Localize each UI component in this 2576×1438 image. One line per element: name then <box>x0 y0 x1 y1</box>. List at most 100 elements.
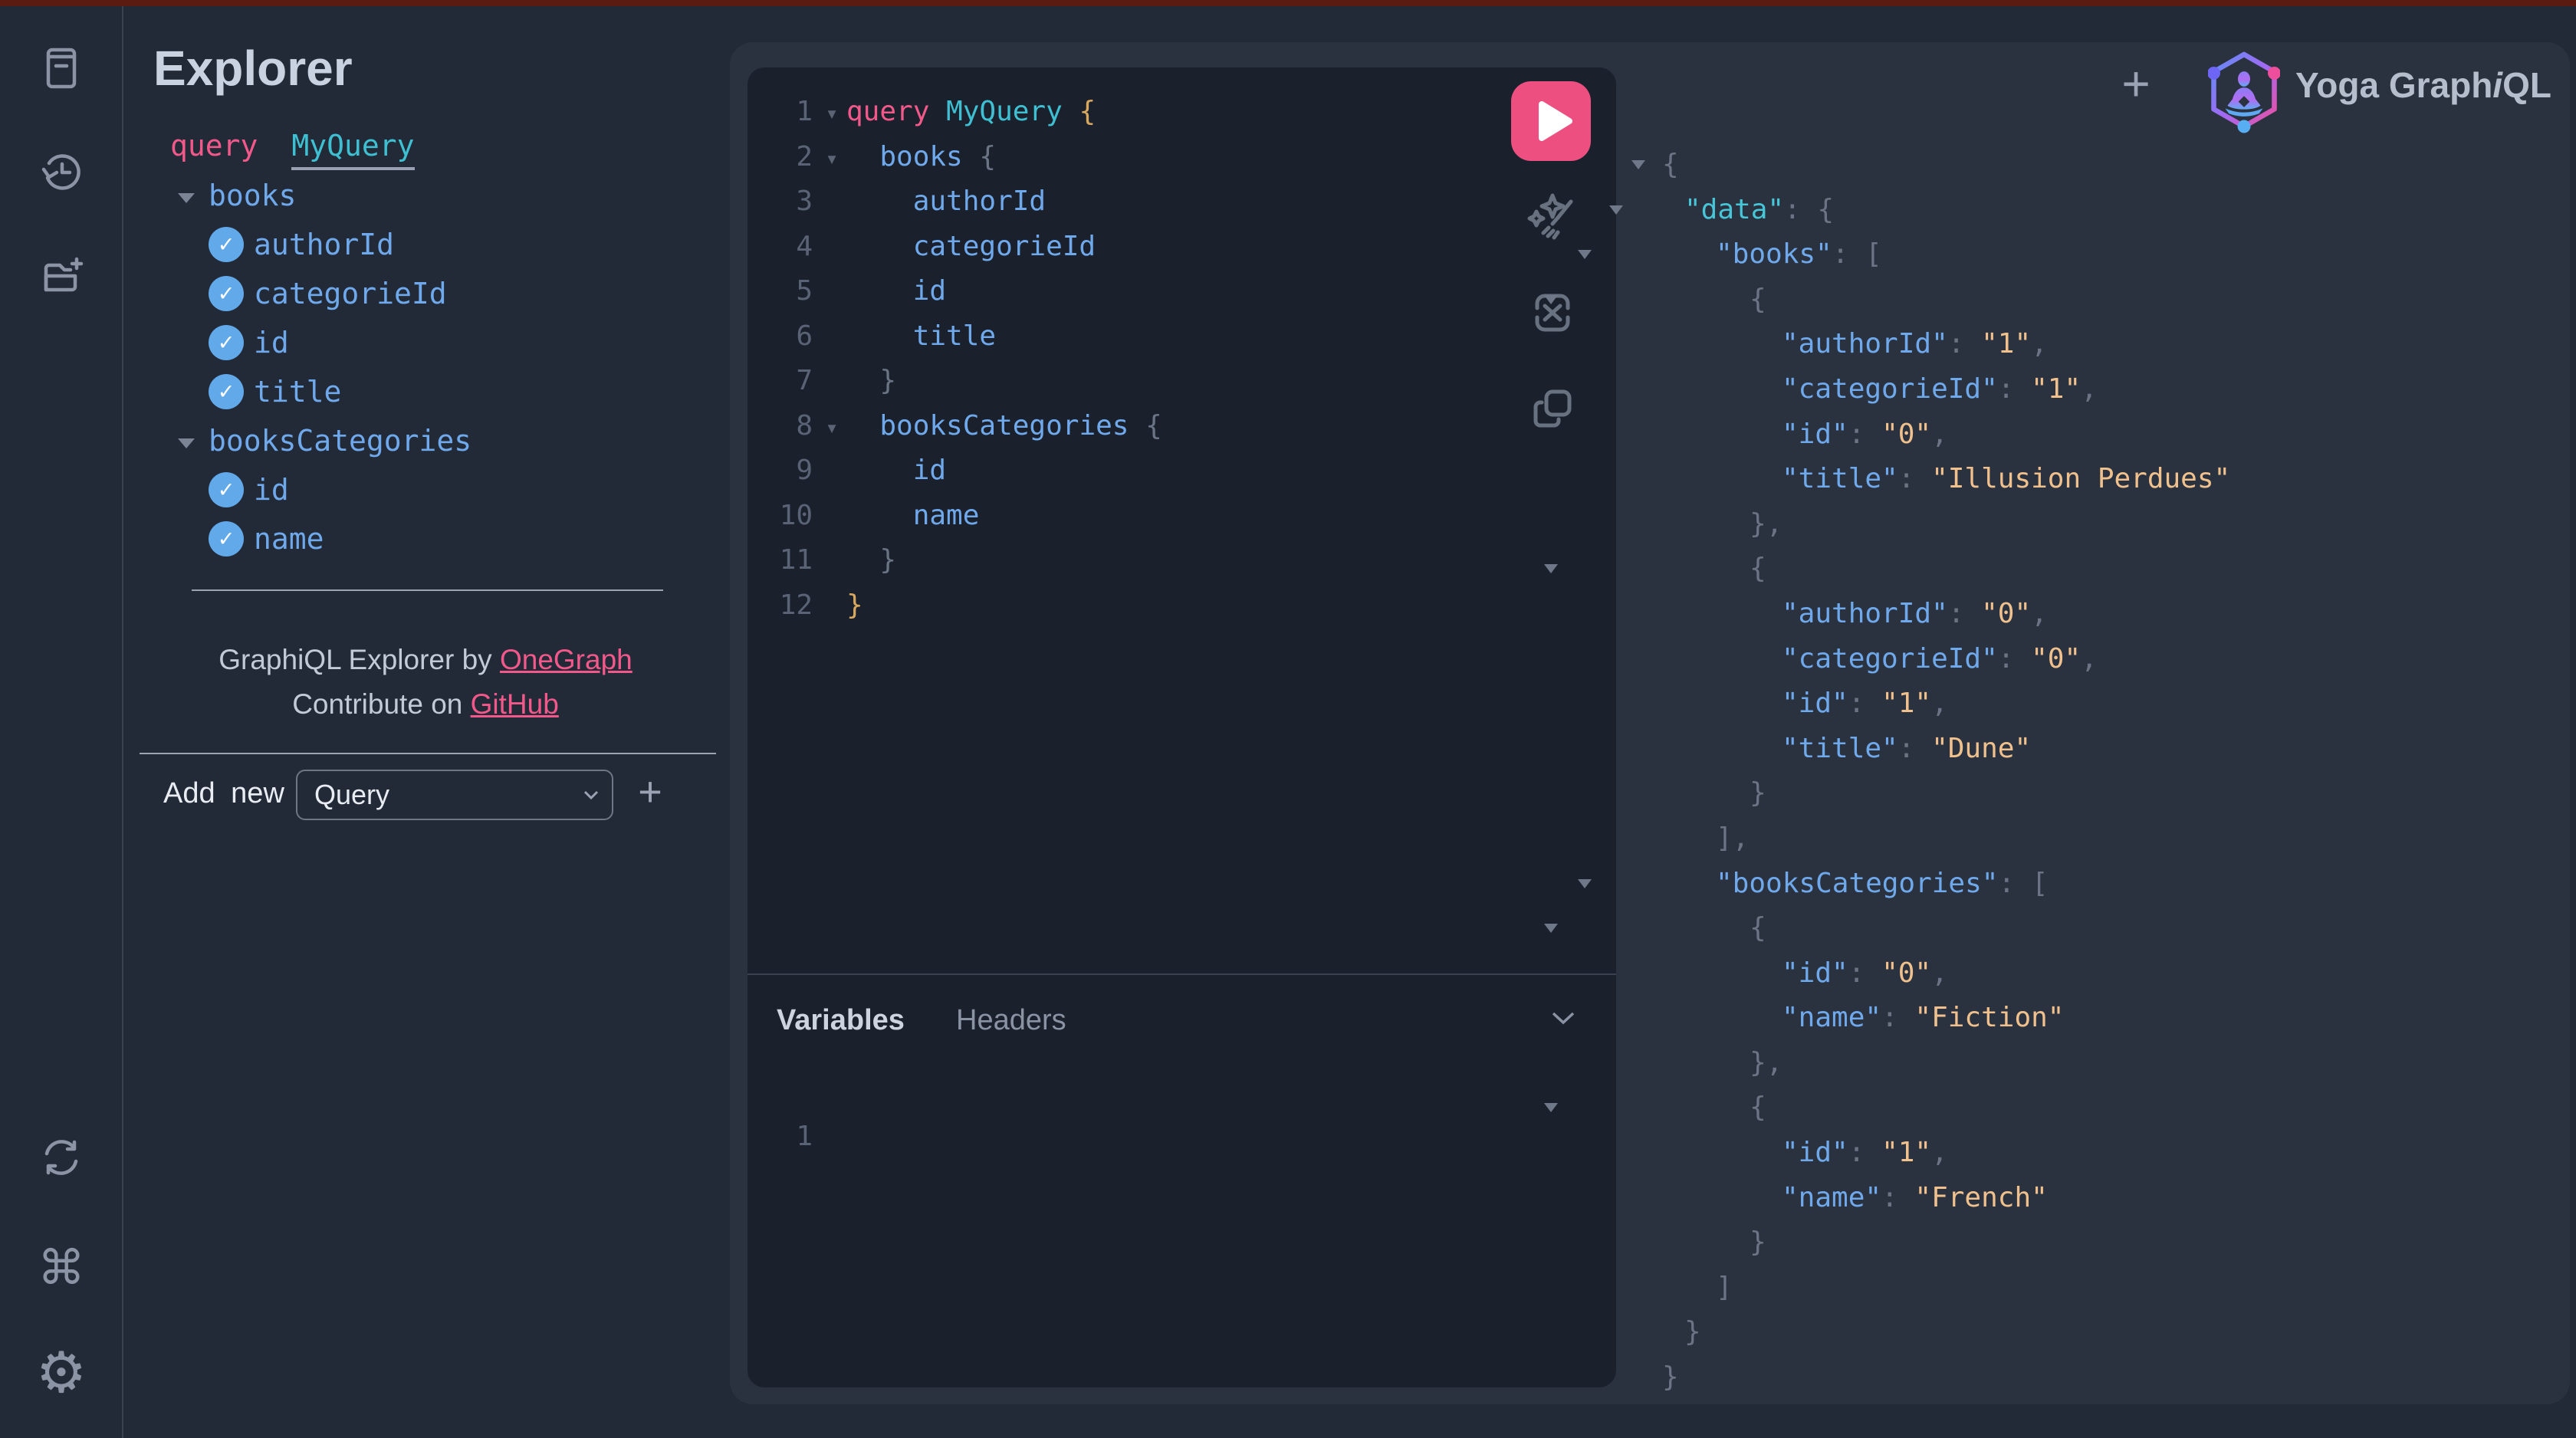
response-line: "books": [ <box>1647 232 2230 277</box>
fold-caret-icon[interactable]: ▾ <box>817 136 846 182</box>
collapse-chevron-icon[interactable] <box>1550 1010 1576 1029</box>
add-new-operation-select[interactable]: Query <box>296 770 613 820</box>
response-text: { <box>1750 553 1766 584</box>
explorer-field-row[interactable]: ✓name <box>176 514 713 563</box>
response-fold-icon[interactable] <box>1544 564 1558 573</box>
code-text: } <box>846 365 896 396</box>
field-label: id <box>254 326 289 360</box>
response-line: "title": "Dune" <box>1647 727 2230 772</box>
code-text: title <box>846 320 996 352</box>
execute-button[interactable] <box>1511 81 1591 161</box>
response-text: "id": "0", <box>1782 957 1948 989</box>
field-checkbox[interactable]: ✓ <box>209 276 244 311</box>
response-text: { <box>1750 1092 1766 1123</box>
response-line: { <box>1647 277 2230 323</box>
response-fold-icon[interactable] <box>1544 295 1558 304</box>
explorer-field-row[interactable]: ✓ authorId <box>176 220 713 269</box>
response-text: "booksCategories": [ <box>1716 868 2049 899</box>
response-fold-icon[interactable] <box>1544 924 1558 933</box>
response-text: "data": { <box>1684 194 1834 225</box>
caret-down-icon[interactable] <box>178 193 195 203</box>
fold-caret-icon[interactable]: ▾ <box>817 405 846 451</box>
editor-line: 6 title <box>751 314 1162 360</box>
refetch-schema-icon[interactable] <box>34 1131 88 1184</box>
settings-icon[interactable]: ⚙ <box>34 1346 88 1400</box>
response-fold-icon[interactable] <box>1631 160 1645 169</box>
editor-line: 3 authorId <box>751 179 1162 225</box>
response-line: { <box>1647 547 2230 592</box>
prettify-icon[interactable] <box>1527 192 1578 242</box>
operation-name-input[interactable]: MyQuery <box>291 129 414 170</box>
response-line: "categorieId": "0", <box>1647 637 2230 682</box>
code-text: id <box>846 275 946 307</box>
response-line: { <box>1647 143 2230 188</box>
add-new-label: Add new <box>163 777 284 810</box>
add-new-operation-button[interactable]: + <box>627 768 673 816</box>
response-text: "name": "Fiction" <box>1782 1002 2064 1033</box>
response-line: } <box>1647 771 2230 816</box>
line-number: 6 <box>751 314 813 360</box>
response-fold-icon[interactable] <box>1544 1103 1558 1112</box>
editor-line: 9 id <box>751 448 1162 494</box>
new-workspace-icon[interactable] <box>34 249 88 303</box>
explorer-field-row[interactable]: ✓ title <box>176 367 713 416</box>
editor-line: 8▾ booksCategories { <box>751 404 1162 449</box>
line-number: 9 <box>751 448 813 494</box>
code-text: } <box>846 589 863 621</box>
response-line: } <box>1647 1355 2230 1400</box>
copy-query-icon[interactable] <box>1527 383 1578 434</box>
response-text: { <box>1750 284 1766 315</box>
onegraph-link[interactable]: OneGraph <box>500 644 632 675</box>
explorer-field-row[interactable]: ✓categorieId <box>176 269 713 318</box>
line-number: 1 <box>751 90 813 135</box>
response-text: } <box>1750 1226 1766 1258</box>
response-text: "id": "1", <box>1782 688 1948 719</box>
field-checkbox[interactable]: ✓ <box>209 521 244 556</box>
response-line: "id": "0", <box>1647 951 2230 996</box>
response-line: "categorieId": "1", <box>1647 367 2230 412</box>
response-text: ] <box>1716 1272 1733 1303</box>
line-number: 5 <box>751 269 813 314</box>
field-checkbox[interactable]: ✓ <box>209 374 244 409</box>
explorer-parent-row[interactable]: booksCategories <box>176 416 713 465</box>
field-label: authorId <box>254 228 394 261</box>
shortcuts-icon[interactable]: ⌘ <box>34 1240 88 1294</box>
tab-variables[interactable]: Variables <box>777 1004 905 1037</box>
history-icon[interactable] <box>34 145 88 199</box>
response-line: "booksCategories": [ <box>1647 862 2230 907</box>
caret-down-icon[interactable] <box>178 438 195 448</box>
response-text: "categorieId": "0", <box>1782 643 2098 675</box>
explorer-field-row[interactable]: ✓ id <box>176 318 713 367</box>
response-line: "name": "French" <box>1647 1176 2230 1221</box>
response-fold-icon[interactable] <box>1578 879 1592 888</box>
response-text: "title": "Illusion Perdues" <box>1782 463 2230 494</box>
explorer-divider-bottom <box>140 753 716 754</box>
editor-line: 5 id <box>751 269 1162 314</box>
line-number: 8 <box>751 404 813 449</box>
field-checkbox[interactable]: ✓ <box>209 325 244 360</box>
response-viewer: {"data": {"books": [{"authorId": "1","ca… <box>1647 143 2230 1400</box>
response-line: { <box>1647 1085 2230 1131</box>
fold-caret-icon[interactable]: ▾ <box>817 91 846 136</box>
response-text: } <box>1684 1316 1701 1348</box>
response-line: "id": "1", <box>1647 681 2230 727</box>
field-checkbox[interactable]: ✓ <box>209 472 244 507</box>
github-link[interactable]: GitHub <box>471 688 559 720</box>
query-editor[interactable]: 1▾query MyQuery {2▾ books {3 authorId4 c… <box>751 90 1162 628</box>
tab-headers[interactable]: Headers <box>956 1004 1066 1037</box>
explorer-field-row[interactable]: ✓ id <box>176 465 713 514</box>
field-label: books <box>209 179 296 212</box>
field-checkbox[interactable]: ✓ <box>209 227 244 262</box>
response-fold-icon[interactable] <box>1609 205 1623 215</box>
explorer-parent-row[interactable]: books <box>176 171 713 220</box>
code-text: } <box>846 544 896 576</box>
line-number: 7 <box>751 359 813 404</box>
docs-icon[interactable] <box>34 40 88 94</box>
add-tab-button[interactable]: + <box>2113 55 2159 112</box>
response-text: } <box>1750 777 1766 809</box>
code-text: booksCategories { <box>846 410 1162 442</box>
code-text: query MyQuery { <box>846 96 1096 127</box>
field-label: title <box>254 375 341 409</box>
response-fold-icon[interactable] <box>1578 250 1592 259</box>
field-label: id <box>254 473 289 507</box>
